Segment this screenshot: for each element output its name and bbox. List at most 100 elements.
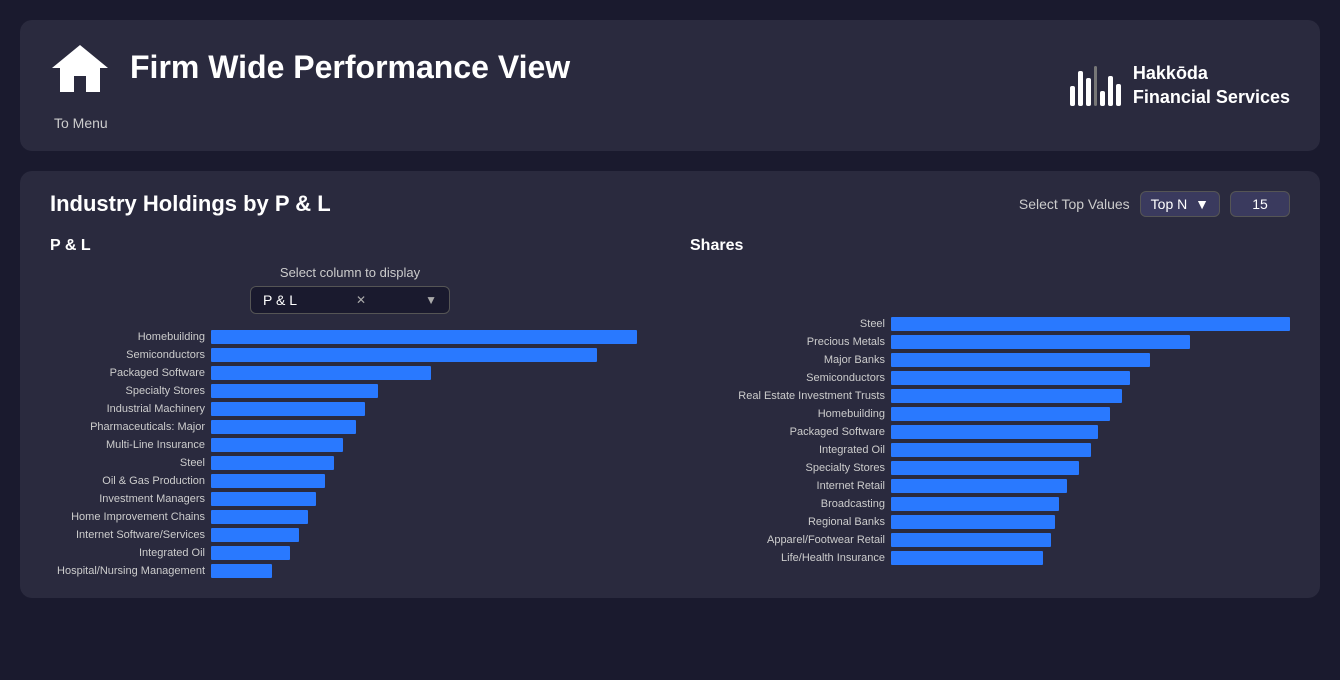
home-icon xyxy=(50,40,110,95)
bar-label: Regional Banks xyxy=(690,516,885,528)
bar-label: Life/Health Insurance xyxy=(690,552,885,564)
table-row: Packaged Software xyxy=(690,425,1290,439)
bar-fill xyxy=(891,335,1190,349)
bar-label: Packaged Software xyxy=(690,426,885,438)
bar-fill xyxy=(211,402,365,416)
bar-fill xyxy=(211,510,308,524)
clear-selection-icon[interactable]: ✕ xyxy=(356,293,366,307)
bar-label: Oil & Gas Production xyxy=(50,475,205,487)
bar-label: Semiconductors xyxy=(690,372,885,384)
column-select-label: Select column to display xyxy=(50,265,650,280)
bar-fill xyxy=(891,551,1043,565)
bar-label: Broadcasting xyxy=(690,498,885,510)
bar-fill xyxy=(891,425,1098,439)
bar-label: Internet Retail xyxy=(690,480,885,492)
bar-label: Investment Managers xyxy=(50,493,205,505)
bar-label: Integrated Oil xyxy=(690,444,885,456)
top-n-dropdown[interactable]: Top N ▼ xyxy=(1140,191,1220,217)
bar-fill xyxy=(211,564,272,578)
bar-label: Precious Metals xyxy=(690,336,885,348)
bar-label: Integrated Oil xyxy=(50,547,205,559)
bar-fill xyxy=(211,330,637,344)
bar-label: Multi-Line Insurance xyxy=(50,439,205,451)
table-row: Internet Software/Services xyxy=(50,528,650,542)
bar-fill xyxy=(891,407,1110,421)
pl-chart-section: P & L Select column to display P & L ✕ ▼… xyxy=(50,237,650,578)
bar-fill xyxy=(891,479,1067,493)
table-row: Hospital/Nursing Management xyxy=(50,564,650,578)
bar-fill xyxy=(891,515,1055,529)
bar-label: Industrial Machinery xyxy=(50,403,205,415)
bar-label: Internet Software/Services xyxy=(50,529,205,541)
selected-column-value: P & L xyxy=(263,292,297,308)
column-select-area: Select column to display P & L ✕ ▼ xyxy=(50,265,650,314)
section-title: Industry Holdings by P & L xyxy=(50,191,331,217)
table-row: Home Improvement Chains xyxy=(50,510,650,524)
section-header: Industry Holdings by P & L Select Top Va… xyxy=(50,191,1290,217)
bar-fill xyxy=(211,348,597,362)
table-row: Internet Retail xyxy=(690,479,1290,493)
bar-fill xyxy=(891,389,1122,403)
table-row: Packaged Software xyxy=(50,366,650,380)
table-row: Homebuilding xyxy=(690,407,1290,421)
shares-bar-chart: Steel Precious Metals Major Banks Semicondu… xyxy=(690,317,1290,565)
bar-label: Steel xyxy=(690,318,885,330)
table-row: Specialty Stores xyxy=(50,384,650,398)
bar-fill xyxy=(891,461,1079,475)
table-row: Steel xyxy=(50,456,650,470)
table-row: Semiconductors xyxy=(50,348,650,362)
table-row: Real Estate Investment Trusts xyxy=(690,389,1290,403)
bar-fill xyxy=(211,492,316,506)
table-row: Life/Health Insurance xyxy=(690,551,1290,565)
table-row: Pharmaceuticals: Major xyxy=(50,420,650,434)
bar-fill xyxy=(891,533,1051,547)
pl-chart-title: P & L xyxy=(50,237,650,255)
bar-label: Homebuilding xyxy=(50,331,205,343)
table-row: Steel xyxy=(690,317,1290,331)
shares-chart-title: Shares xyxy=(690,237,1290,255)
chevron-down-icon[interactable]: ▼ xyxy=(425,293,437,307)
brand-bars-icon xyxy=(1070,66,1121,106)
table-row: Investment Managers xyxy=(50,492,650,506)
pl-bar-chart: Homebuilding Semiconductors Packaged Softw… xyxy=(50,330,650,578)
header-left: Firm Wide Performance View To Menu xyxy=(50,40,570,131)
bar-fill xyxy=(211,456,334,470)
bar-fill xyxy=(211,438,343,452)
bar-fill xyxy=(211,546,290,560)
table-row: Regional Banks xyxy=(690,515,1290,529)
charts-container: P & L Select column to display P & L ✕ ▼… xyxy=(50,237,1290,578)
bar-label: Home Improvement Chains xyxy=(50,511,205,523)
column-select-dropdown[interactable]: P & L ✕ ▼ xyxy=(250,286,450,314)
page-title: Firm Wide Performance View xyxy=(130,49,570,86)
bar-label: Major Banks xyxy=(690,354,885,366)
bar-fill xyxy=(891,353,1150,367)
table-row: Integrated Oil xyxy=(50,546,650,560)
top-n-value-input[interactable]: 15 xyxy=(1230,191,1290,217)
bar-label: Homebuilding xyxy=(690,408,885,420)
bar-fill xyxy=(211,474,325,488)
bar-label: Packaged Software xyxy=(50,367,205,379)
bar-fill xyxy=(211,366,431,380)
table-row: Specialty Stores xyxy=(690,461,1290,475)
bar-fill xyxy=(211,384,378,398)
bar-fill xyxy=(211,528,299,542)
to-menu-link[interactable]: To Menu xyxy=(54,115,108,131)
table-row: Oil & Gas Production xyxy=(50,474,650,488)
table-row: Precious Metals xyxy=(690,335,1290,349)
bar-fill xyxy=(891,443,1091,457)
header: Firm Wide Performance View To Menu Hakkō… xyxy=(20,20,1320,151)
main-card: Industry Holdings by P & L Select Top Va… xyxy=(20,171,1320,598)
table-row: Apparel/Footwear Retail xyxy=(690,533,1290,547)
brand-name: HakkōdaFinancial Services xyxy=(1133,62,1290,109)
table-row: Homebuilding xyxy=(50,330,650,344)
table-row: Broadcasting xyxy=(690,497,1290,511)
bar-label: Specialty Stores xyxy=(50,385,205,397)
top-controls: Select Top Values Top N ▼ 15 xyxy=(1019,191,1290,217)
chevron-down-icon: ▼ xyxy=(1195,196,1209,212)
bar-fill xyxy=(891,497,1059,511)
table-row: Multi-Line Insurance xyxy=(50,438,650,452)
bar-label: Specialty Stores xyxy=(690,462,885,474)
bar-label: Apparel/Footwear Retail xyxy=(690,534,885,546)
select-top-label: Select Top Values xyxy=(1019,196,1130,212)
shares-chart-section: Shares Steel Precious Metals Major Banks Se… xyxy=(690,237,1290,578)
